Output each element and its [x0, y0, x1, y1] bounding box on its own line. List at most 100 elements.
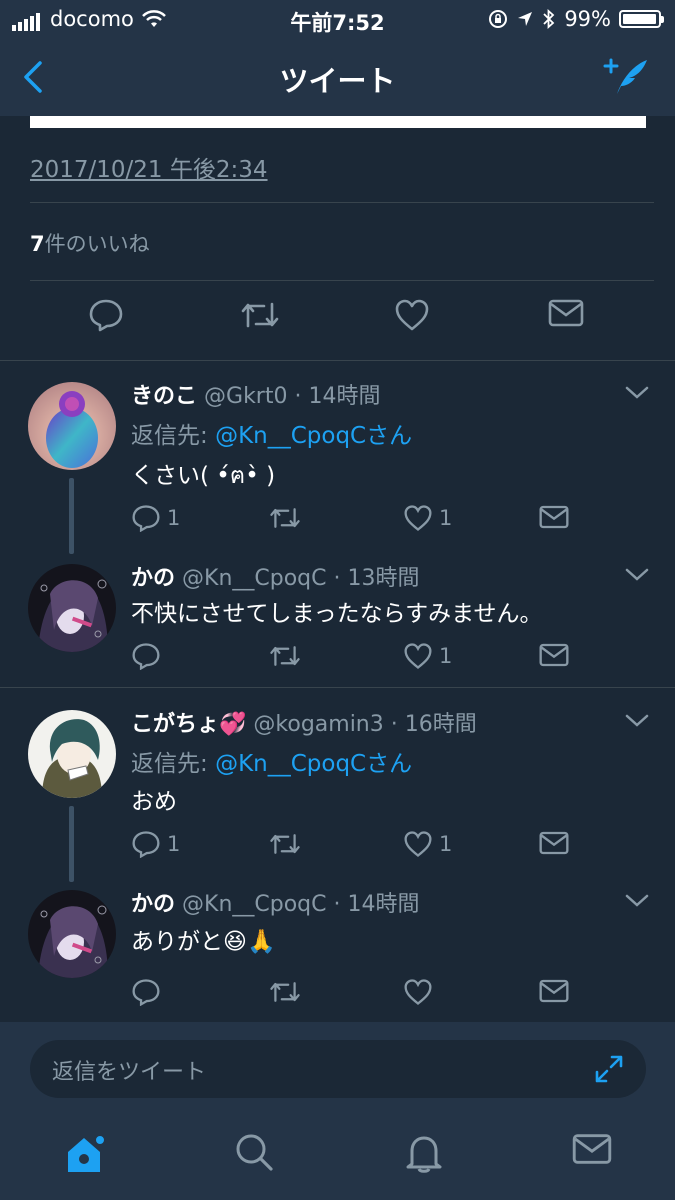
heart-icon: [404, 643, 432, 670]
tab-notifications[interactable]: [404, 1132, 444, 1178]
reply-icon: [132, 505, 160, 532]
retweet-button[interactable]: [269, 830, 301, 858]
like-button[interactable]: 1: [403, 642, 452, 670]
reply-input[interactable]: 返信をツイート: [30, 1040, 646, 1098]
avatar[interactable]: [28, 710, 116, 798]
display-name[interactable]: こがちょ💞: [131, 712, 246, 737]
location-icon: [518, 12, 533, 26]
tab-home[interactable]: [64, 1132, 108, 1180]
orientation-lock-icon: [489, 10, 508, 28]
display-name[interactable]: きのこ: [131, 384, 197, 409]
tweet-actions: 1 1: [131, 830, 651, 864]
reply-to-prefix: 返信先:: [131, 423, 216, 449]
tweet-time: · 14時間: [333, 892, 420, 917]
tweet-actions: [131, 978, 651, 1012]
heart-icon: [395, 299, 429, 331]
user-handle: @Kn__CpoqC: [182, 566, 327, 591]
reply-icon: [132, 979, 160, 1006]
direct-message-button[interactable]: [539, 642, 569, 668]
reply-to-prefix: 返信先:: [131, 751, 216, 777]
page-title: ツイート: [279, 64, 396, 98]
like-button[interactable]: [394, 298, 430, 336]
reply-icon: [89, 299, 123, 332]
tweet-header: かの @Kn__CpoqC · 13時間: [131, 560, 419, 592]
tweet-time: · 13時間: [333, 566, 420, 591]
chevron-down-icon[interactable]: [625, 386, 649, 400]
home-icon: [68, 1134, 106, 1172]
media-bottom-edge: [30, 116, 646, 128]
like-button[interactable]: 1: [403, 830, 452, 858]
mail-icon: [548, 299, 584, 327]
user-handle: @Gkrt0: [204, 384, 288, 409]
reply-composer: 返信をツイート: [0, 1022, 675, 1104]
reply-button[interactable]: 1: [131, 504, 180, 532]
tab-search[interactable]: [234, 1132, 274, 1176]
tweet-header: かの @Kn__CpoqC · 14時間: [131, 886, 419, 918]
compose-tweet-button[interactable]: [603, 56, 649, 100]
divider: [0, 687, 675, 688]
retweet-button[interactable]: [240, 298, 280, 336]
expand-icon[interactable]: [594, 1054, 624, 1084]
reply-icon: [132, 831, 160, 858]
likes-count[interactable]: 7件のいいね: [30, 228, 150, 258]
mail-icon: [539, 831, 569, 855]
reply-to-link[interactable]: @Kn__CpoqCさん: [215, 423, 412, 449]
compose-feather-icon: [603, 58, 647, 94]
reply-button[interactable]: [88, 298, 124, 336]
display-name[interactable]: かの: [131, 892, 175, 917]
reply-button[interactable]: 1: [131, 830, 180, 858]
like-button[interactable]: 1: [403, 504, 452, 532]
user-handle: @Kn__CpoqC: [182, 892, 327, 917]
tweet-text: おめ: [131, 789, 177, 815]
display-name[interactable]: かの: [131, 566, 175, 591]
tweet-text: くさい( •́ฅ•̀ ): [131, 463, 276, 489]
like-count: 1: [439, 832, 453, 856]
reply-to-link[interactable]: @Kn__CpoqCさん: [215, 751, 412, 777]
bluetooth-icon: [543, 9, 555, 29]
tweet-timestamp[interactable]: 2017/10/21 午後2:34: [30, 150, 268, 184]
heart-icon: [404, 831, 432, 858]
direct-message-button[interactable]: [539, 978, 569, 1004]
heart-icon: [404, 979, 432, 1006]
direct-message-button[interactable]: [539, 504, 569, 530]
mail-icon: [539, 643, 569, 667]
retweet-button[interactable]: [269, 504, 301, 532]
thread-line: [69, 806, 74, 882]
reply-button[interactable]: [131, 642, 167, 670]
direct-message-button[interactable]: [539, 830, 569, 856]
battery-percent: 99%: [564, 7, 611, 31]
retweet-icon: [270, 834, 300, 854]
reply-to: 返信先: @Kn__CpoqCさん: [131, 744, 412, 778]
chevron-down-icon[interactable]: [625, 894, 649, 908]
navigation-bar: ツイート: [0, 38, 675, 116]
search-icon: [236, 1134, 273, 1171]
divider: [30, 202, 654, 203]
reply-count: 1: [167, 832, 181, 856]
tweet-actions: 1 1: [131, 504, 651, 538]
status-bar: docomo 午前7:52 99%: [0, 0, 675, 38]
retweet-icon: [270, 982, 300, 1002]
divider: [30, 280, 654, 281]
like-count: 1: [439, 644, 453, 668]
chevron-down-icon[interactable]: [625, 568, 649, 582]
battery-icon: [619, 10, 664, 28]
tab-messages[interactable]: [572, 1132, 612, 1170]
reply-placeholder: 返信をツイート: [52, 1060, 207, 1085]
reply-icon: [132, 643, 160, 670]
avatar[interactable]: [28, 382, 116, 470]
chevron-down-icon[interactable]: [625, 714, 649, 728]
avatar[interactable]: [28, 890, 116, 978]
tweet-actions: 1: [131, 642, 651, 676]
avatar[interactable]: [28, 564, 116, 652]
retweet-button[interactable]: [269, 978, 301, 1006]
tweet-time: · 16時間: [390, 712, 477, 737]
mail-icon: [572, 1134, 612, 1164]
reply-to: 返信先: @Kn__CpoqCさん: [131, 416, 412, 450]
retweet-icon: [241, 302, 279, 328]
retweet-button[interactable]: [269, 642, 301, 670]
like-button[interactable]: [403, 978, 439, 1006]
tweet-text: ありがと😆🙏: [131, 929, 276, 955]
reply-button[interactable]: [131, 978, 167, 1006]
divider: [0, 360, 675, 361]
direct-message-button[interactable]: [548, 298, 584, 332]
